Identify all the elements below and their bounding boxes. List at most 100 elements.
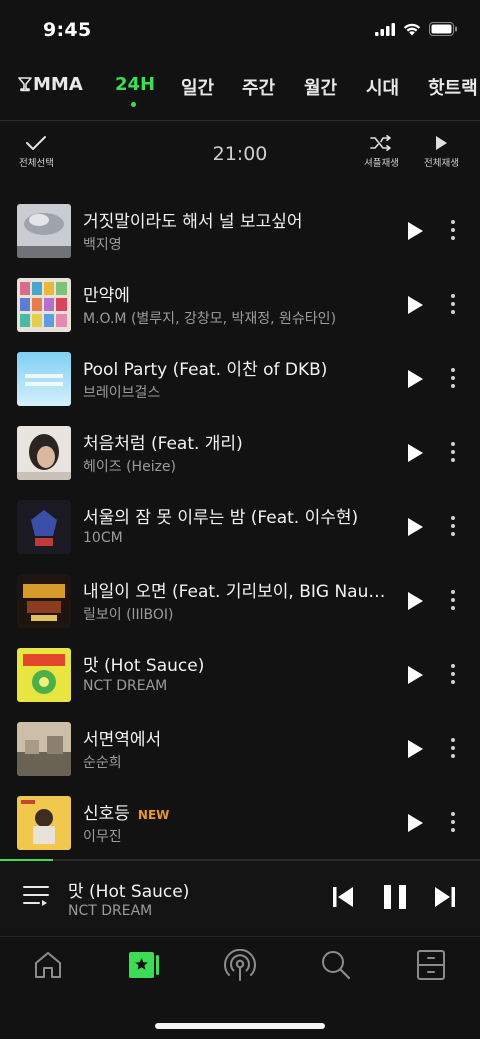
battery-icon bbox=[429, 22, 457, 36]
song-row[interactable]: 신호등 NEW 이무진 bbox=[0, 786, 480, 860]
status-bar: 9:45 bbox=[0, 0, 480, 60]
active-tab-indicator bbox=[131, 102, 136, 107]
album-art bbox=[17, 204, 71, 258]
wifi-icon bbox=[403, 23, 421, 35]
play-all-label: 전체재생 bbox=[424, 158, 459, 169]
signal-icon bbox=[375, 22, 395, 36]
song-artist: 순순희 bbox=[83, 755, 122, 771]
shuffle-label: 셔플재생 bbox=[364, 158, 399, 169]
song-artist: 릴보이 (lIlBOI) bbox=[83, 607, 174, 623]
play-icon[interactable] bbox=[406, 369, 424, 389]
play-icon[interactable] bbox=[406, 665, 424, 685]
play-icon[interactable] bbox=[406, 295, 424, 315]
song-artist: M.O.M (별루지, 강창모, 박재정, 원슈타인) bbox=[83, 311, 337, 327]
more-options-icon[interactable] bbox=[451, 812, 455, 832]
song-row[interactable]: Pool Party (Feat. 이찬 of DKB) 브레이브걸스 bbox=[0, 342, 480, 416]
tab-label: 시대 bbox=[366, 78, 400, 99]
more-options-icon[interactable] bbox=[451, 590, 455, 610]
trophy-icon bbox=[18, 77, 32, 92]
tab-mma[interactable]: MMA bbox=[17, 74, 83, 95]
tab-label: 일간 bbox=[181, 78, 215, 99]
more-options-icon[interactable] bbox=[451, 664, 455, 684]
play-icon[interactable] bbox=[406, 443, 424, 463]
song-artist: 헤이즈 (Heize) bbox=[83, 459, 177, 475]
library-icon[interactable] bbox=[416, 949, 446, 981]
chart-toolbar: 전체선택 21:00 셔플재생 전체재생 bbox=[0, 120, 480, 180]
song-artist: 백지영 bbox=[83, 237, 122, 253]
tab-label: MMA bbox=[33, 74, 83, 95]
song-artist: 10CM bbox=[83, 530, 123, 546]
tab-weekly[interactable]: 주간 bbox=[242, 74, 275, 100]
more-options-icon[interactable] bbox=[451, 220, 455, 240]
album-art bbox=[17, 648, 71, 702]
tab-label: 핫트랙 bbox=[428, 78, 478, 99]
play-icon[interactable] bbox=[406, 813, 424, 833]
song-row[interactable]: 서면역에서 순순희 bbox=[0, 712, 480, 786]
album-art bbox=[17, 500, 71, 554]
album-art bbox=[17, 352, 71, 406]
play-icon[interactable] bbox=[406, 517, 424, 537]
home-indicator bbox=[155, 1023, 325, 1029]
pause-icon[interactable] bbox=[383, 884, 407, 910]
now-playing-artist: NCT DREAM bbox=[68, 903, 153, 919]
song-title: 거짓말이라도 해서 널 보고싶어 bbox=[83, 212, 303, 232]
play-icon[interactable] bbox=[406, 591, 424, 611]
chart-tabs: MMA 24H 일간 주간 월간 시대 핫트랙 bbox=[0, 70, 480, 110]
play-all-button[interactable]: 전체재생 bbox=[424, 135, 459, 169]
play-icon[interactable] bbox=[406, 221, 424, 241]
home-icon[interactable] bbox=[32, 949, 64, 981]
song-row[interactable]: 거짓말이라도 해서 널 보고싶어 백지영 bbox=[0, 194, 480, 268]
tab-label: 주간 bbox=[242, 78, 276, 99]
song-row[interactable]: 처음처럼 (Feat. 개리) 헤이즈 (Heize) bbox=[0, 416, 480, 490]
song-artist: 브레이브걸스 bbox=[83, 385, 161, 401]
tab-daily[interactable]: 일간 bbox=[181, 74, 214, 100]
more-options-icon[interactable] bbox=[451, 368, 455, 388]
song-title: 만약에 bbox=[83, 286, 130, 306]
song-title: Pool Party (Feat. 이찬 of DKB) bbox=[83, 360, 328, 380]
song-title: 서면역에서 bbox=[83, 730, 162, 750]
now-playing-title: 맛 (Hot Sauce) bbox=[68, 882, 190, 902]
song-title: 처음처럼 (Feat. 개리) bbox=[83, 434, 243, 454]
podcast-icon[interactable] bbox=[223, 949, 257, 983]
song-row[interactable]: 서울의 잠 못 이루는 밤 (Feat. 이수현) 10CM bbox=[0, 490, 480, 564]
tab-label: 월간 bbox=[304, 78, 338, 99]
song-title: 맛 (Hot Sauce) bbox=[83, 656, 205, 676]
album-art bbox=[17, 426, 71, 480]
more-options-icon[interactable] bbox=[451, 442, 455, 462]
tab-monthly[interactable]: 월간 bbox=[304, 74, 337, 100]
tab-label: 24H bbox=[115, 74, 156, 95]
song-title-text: 신호등 bbox=[83, 804, 130, 824]
status-time: 9:45 bbox=[43, 19, 92, 41]
song-row[interactable]: 맛 (Hot Sauce) NCT DREAM bbox=[0, 638, 480, 712]
shuffle-play-button[interactable]: 셔플재생 bbox=[364, 135, 399, 169]
song-artist: 이무진 bbox=[83, 829, 122, 845]
next-track-icon[interactable] bbox=[434, 886, 456, 908]
status-icons bbox=[375, 22, 458, 36]
previous-track-icon[interactable] bbox=[332, 886, 354, 908]
tab-hottrack[interactable]: 핫트랙 bbox=[428, 74, 478, 100]
more-options-icon[interactable] bbox=[451, 294, 455, 314]
song-title: 서울의 잠 못 이루는 밤 (Feat. 이수현) bbox=[83, 508, 359, 528]
more-options-icon[interactable] bbox=[451, 516, 455, 536]
play-icon bbox=[436, 136, 448, 150]
search-icon[interactable] bbox=[320, 949, 352, 981]
tab-24h[interactable]: 24H bbox=[115, 74, 155, 95]
album-art bbox=[17, 574, 71, 628]
album-art bbox=[17, 278, 71, 332]
song-title: 신호등 NEW bbox=[83, 799, 393, 824]
chart-icon[interactable] bbox=[128, 949, 160, 981]
song-title: 내일이 오면 (Feat. 기리보이, BIG Naughty) bbox=[83, 582, 393, 602]
mini-player[interactable]: 맛 (Hot Sauce) NCT DREAM bbox=[0, 861, 480, 935]
shuffle-icon bbox=[370, 135, 392, 151]
album-art bbox=[17, 796, 71, 850]
new-badge: NEW bbox=[137, 808, 170, 822]
play-icon[interactable] bbox=[406, 739, 424, 759]
more-options-icon[interactable] bbox=[451, 738, 455, 758]
song-artist: NCT DREAM bbox=[83, 678, 168, 694]
playlist-icon[interactable] bbox=[23, 885, 49, 907]
song-row[interactable]: 만약에 M.O.M (별루지, 강창모, 박재정, 원슈타인) bbox=[0, 268, 480, 342]
chart-time: 21:00 bbox=[212, 143, 268, 165]
song-row[interactable]: 내일이 오면 (Feat. 기리보이, BIG Naughty) 릴보이 (lI… bbox=[0, 564, 480, 638]
tab-era[interactable]: 시대 bbox=[366, 74, 399, 100]
album-art bbox=[17, 722, 71, 776]
